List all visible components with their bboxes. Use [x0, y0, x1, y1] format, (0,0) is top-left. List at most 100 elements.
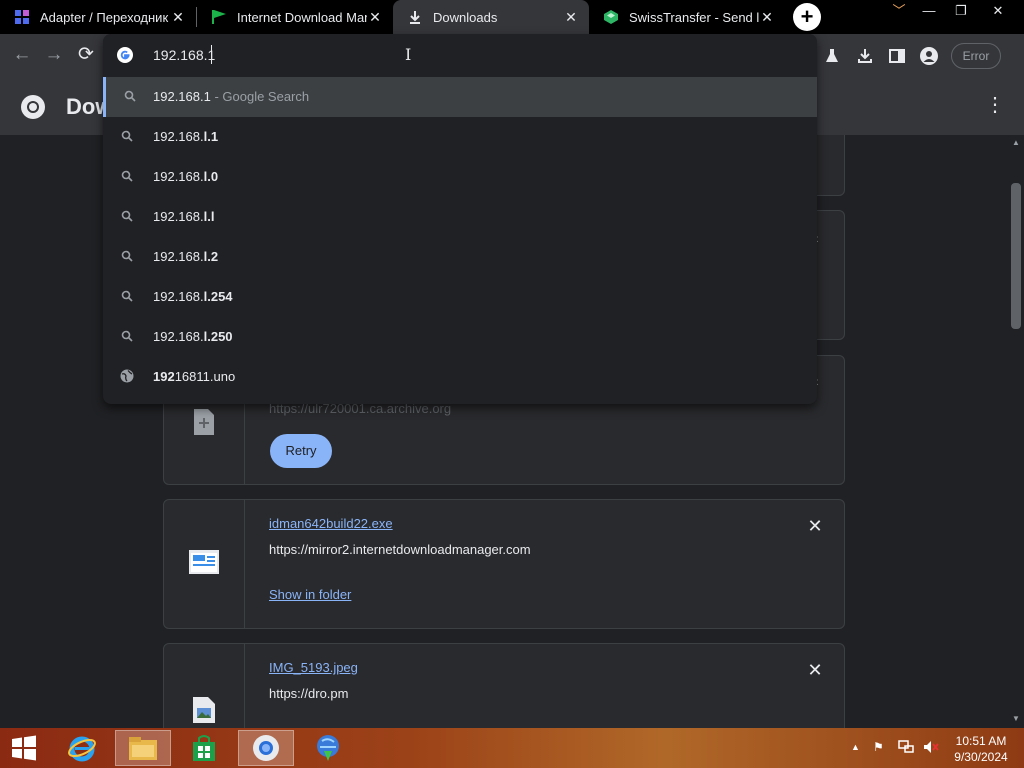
search-icon — [123, 89, 137, 103]
close-window-button[interactable]: ✕ — [978, 0, 1018, 24]
reload-button[interactable]: ⟳ — [75, 45, 97, 67]
idm-taskbar-icon[interactable] — [300, 730, 356, 766]
downloads-toolbar-icon[interactable] — [854, 46, 876, 66]
network-icon[interactable] — [898, 740, 914, 757]
tab-idm[interactable]: Internet Download Man ✕ — [197, 0, 393, 34]
tab-swisstransfer[interactable]: SwissTransfer - Send lar ✕ — [589, 0, 785, 34]
windows-store-icon[interactable] — [176, 730, 232, 766]
tab-close-icon[interactable]: ✕ — [170, 9, 186, 25]
chrome-taskbar-icon[interactable] — [238, 730, 294, 766]
suggestion-item[interactable]: 192.168.l.0 — [103, 157, 817, 197]
download-icon — [407, 9, 423, 25]
suggestion-google-search[interactable]: 192.168.1 - Google Search — [103, 77, 817, 117]
suggestion-prefix: 192.168. — [153, 249, 204, 264]
search-icon — [120, 329, 134, 343]
suggestion-prefix: 192.168. — [153, 209, 204, 224]
remove-download-close-icon[interactable]: ✕ — [806, 661, 824, 679]
profile-avatar-icon[interactable] — [918, 46, 940, 66]
labs-flask-icon[interactable] — [821, 46, 843, 66]
download-url: https://dro.pm — [269, 686, 349, 701]
taskbar-clock[interactable]: 10:51 AM 9/30/2024 — [948, 733, 1014, 765]
scroll-down-arrow-icon[interactable]: ▼ — [1012, 714, 1020, 723]
tab-close-icon[interactable]: ✕ — [759, 9, 775, 25]
forward-button[interactable]: → — [43, 45, 65, 67]
suggestion-hint: - Google Search — [210, 89, 310, 104]
suggestion-completion: l.0 — [203, 169, 219, 184]
suggestion-text: 192.168.1 — [153, 89, 211, 104]
action-center-flag-icon[interactable]: ⚑ — [873, 740, 884, 754]
new-tab-button[interactable]: + — [793, 3, 821, 31]
suggestion-item[interactable]: 192.168.l.250 — [103, 317, 817, 357]
exe-file-icon — [189, 550, 219, 581]
omnibox-dropdown: 192.168.1 I 192.168.1 - Google Search 19… — [103, 34, 817, 404]
file-explorer-icon[interactable] — [115, 730, 171, 766]
globe-icon — [120, 369, 134, 383]
scrollbar-thumb[interactable] — [1011, 183, 1021, 329]
suggestion-prefix: 192.168. — [153, 329, 204, 344]
tab-close-icon[interactable]: ✕ — [563, 9, 579, 25]
windows-taskbar: ▲ ⚑ 10:51 AM 9/30/2024 — [0, 728, 1024, 768]
file-icon — [192, 408, 216, 441]
suggestion-completion: l.254 — [203, 289, 233, 304]
download-filename-link[interactable]: idman642build22.exe — [269, 516, 393, 531]
back-button[interactable]: ← — [11, 45, 33, 67]
green-flag-icon — [211, 9, 227, 25]
search-icon — [120, 169, 134, 183]
suggestion-prefix: 192.168. — [153, 169, 204, 184]
search-icon — [120, 129, 134, 143]
download-card: idman642build22.exe https://mirror2.inte… — [163, 499, 845, 629]
retry-button[interactable]: Retry — [270, 434, 332, 468]
search-icon — [120, 249, 134, 263]
file-icon-column — [164, 500, 245, 628]
suggestion-completion: l.l — [203, 209, 215, 224]
windows-start-icon[interactable] — [0, 730, 48, 766]
show-in-folder-link[interactable]: Show in folder — [269, 587, 351, 602]
volume-muted-icon[interactable] — [923, 740, 939, 757]
clock-date: 9/30/2024 — [954, 750, 1008, 764]
search-icon — [120, 289, 134, 303]
text-caret — [211, 45, 212, 64]
tab-close-icon[interactable]: ✕ — [367, 9, 383, 25]
chrome-logo-icon — [20, 94, 46, 125]
download-url: https://mirror2.internetdownloadmanager.… — [269, 542, 531, 557]
search-icon — [120, 209, 134, 223]
tab-title: SwissTransfer - Send lar — [629, 9, 759, 25]
tab-downloads[interactable]: Downloads ✕ — [393, 0, 589, 34]
suggestion-prefix: 192.168. — [153, 289, 204, 304]
tab-title: Internet Download Man — [237, 9, 367, 25]
tray-overflow-chevron-icon[interactable]: ▲ — [851, 742, 860, 752]
error-button[interactable]: Error — [951, 43, 1001, 69]
suggestion-completion: l.1 — [203, 129, 219, 144]
tab-title: Downloads — [433, 9, 498, 25]
google-g-icon — [117, 47, 133, 63]
page-scrollbar[interactable]: ▲ ▼ — [1008, 135, 1024, 728]
mouse-ibeam-cursor: I — [405, 45, 412, 64]
minimize-button[interactable]: — — [914, 0, 944, 24]
tab-search-chevron-icon[interactable]: ﹀ — [884, 0, 914, 24]
download-filename-link[interactable]: IMG_5193.jpeg — [269, 660, 358, 675]
suggestion-prefix: 192.168. — [153, 129, 204, 144]
suggestion-prefix: 192 — [153, 369, 175, 384]
file-icon-column — [164, 644, 245, 728]
suggestion-completion: 16811.uno — [174, 369, 236, 384]
tab-strip: Adapter / Переходник ✕ Internet Download… — [0, 0, 1024, 34]
suggestion-item[interactable]: 192.168.l.254 — [103, 277, 817, 317]
tab-adapter[interactable]: Adapter / Переходник ✕ — [0, 0, 196, 34]
omnibox-input-row: 192.168.1 I — [103, 34, 817, 76]
swisstransfer-icon — [603, 9, 619, 25]
suggestion-item[interactable]: 192.168.l.1 — [103, 117, 817, 157]
suggestion-item[interactable]: 192.168.l.2 — [103, 237, 817, 277]
download-card: IMG_5193.jpeg https://dro.pm ✕ — [163, 643, 845, 728]
scroll-up-arrow-icon[interactable]: ▲ — [1012, 138, 1020, 147]
restore-button[interactable]: ❐ — [946, 0, 976, 24]
suggestion-completion: l.2 — [203, 249, 219, 264]
internet-explorer-icon[interactable] — [54, 730, 110, 766]
more-menu-icon[interactable]: ⋮ — [985, 95, 1005, 117]
suggestion-url-item[interactable]: 19216811.uno — [103, 357, 817, 397]
remove-download-close-icon[interactable]: ✕ — [806, 517, 824, 535]
suggestion-completion: l.250 — [203, 329, 233, 344]
side-panel-icon[interactable] — [886, 46, 908, 66]
suggestion-item[interactable]: 192.168.l.l — [103, 197, 817, 237]
screen: { "tabs": [ {"title": "Adapter / Переход… — [0, 0, 1024, 768]
grid-app-icon — [14, 9, 30, 25]
